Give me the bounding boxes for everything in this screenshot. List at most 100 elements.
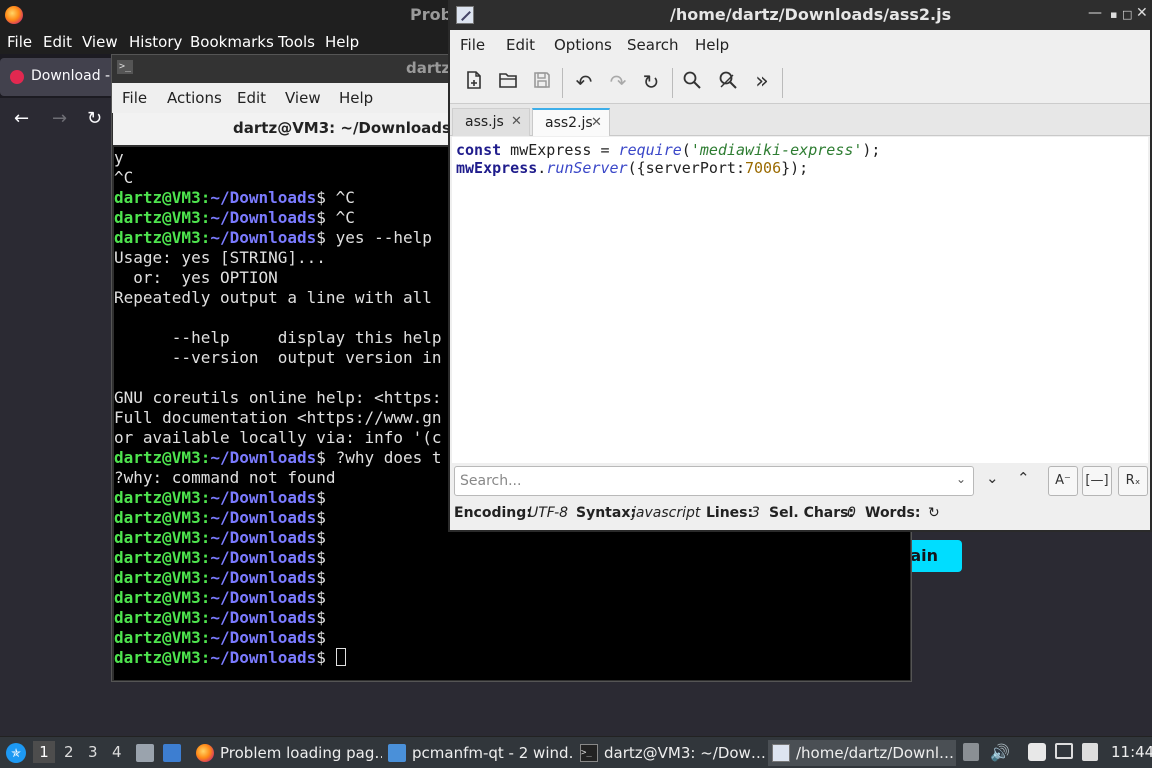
task-label: dartz@VM3: ~/Dow… — [604, 744, 766, 762]
notes-icon[interactable] — [1028, 743, 1046, 761]
terminal-tab[interactable]: dartz@VM3: ~/Downloads — [112, 113, 452, 145]
prompt-user: dartz@VM3: — [114, 588, 211, 607]
editor-menu-edit[interactable]: Edit — [506, 36, 535, 54]
reload-file-icon[interactable]: ↻ — [639, 70, 663, 94]
prompt-user: dartz@VM3: — [114, 228, 211, 247]
editor-menu-search[interactable]: Search — [627, 36, 679, 54]
terminal-icon: >_ — [580, 744, 598, 762]
search-bar: ⌄ ⌄ ⌃ A⁻ [—] Rₓ — [450, 464, 1150, 498]
task-firefox[interactable]: Problem loading pag… — [192, 740, 382, 766]
task-text-editor[interactable]: /home/dartz/Downl… — [768, 740, 956, 766]
text-editor-icon — [456, 6, 474, 24]
editor-menu-options[interactable]: Options — [554, 36, 612, 54]
regex-icon[interactable]: Rₓ — [1118, 466, 1148, 496]
start-menu-icon[interactable]: ✯ — [6, 743, 26, 763]
file-manager-launcher-icon[interactable] — [136, 744, 154, 762]
more-tools-icon[interactable]: » — [750, 70, 774, 94]
minimize-icon[interactable]: — — [1088, 5, 1102, 21]
maximize-icon[interactable]: □ — [1122, 8, 1132, 21]
find-next-icon[interactable]: ⌄ — [986, 469, 999, 487]
terminal-menu-actions[interactable]: Actions — [167, 89, 222, 107]
editor-menu-help[interactable]: Help — [695, 36, 729, 54]
prompt-command — [326, 648, 336, 667]
clipboard-icon[interactable] — [963, 743, 979, 761]
undo-icon[interactable]: ↶ — [572, 70, 596, 94]
prompt-symbol: $ — [316, 528, 326, 547]
close-icon[interactable]: ✕ — [1136, 5, 1148, 21]
lines-label: Lines: — [706, 505, 754, 521]
prompt-symbol: $ — [316, 608, 326, 627]
prompt-user: dartz@VM3: — [114, 208, 211, 227]
prompt-symbol: $ — [316, 188, 326, 207]
desktop-1[interactable]: 1 — [33, 741, 55, 763]
prompt-user: dartz@VM3: — [114, 528, 211, 547]
firefox-icon — [5, 6, 23, 24]
save-icon[interactable] — [530, 70, 554, 94]
prompt-command: ^C — [325, 208, 355, 227]
firefox-menu-bookmarks[interactable]: Bookmarks — [190, 33, 274, 51]
code-editor[interactable]: const mwExpress = require('mediawiki-exp… — [452, 137, 1148, 463]
code-line: mwExpress.runServer({serverPort:7006}); — [456, 159, 809, 177]
clock[interactable]: 11:44 — [1111, 743, 1152, 761]
new-file-icon[interactable] — [462, 70, 486, 94]
search-history-dropdown-icon[interactable]: ⌄ — [956, 472, 966, 486]
prompt-directory: ~/Downloads — [210, 188, 317, 207]
prompt-user: dartz@VM3: — [114, 188, 211, 207]
find-previous-icon[interactable]: ⌃ — [1017, 469, 1030, 487]
match-case-icon[interactable]: A⁻ — [1048, 466, 1078, 496]
taskbar: ✯ 1 2 3 4 Problem loading pag… pcmanfm-q… — [0, 736, 1152, 768]
notifications-icon[interactable] — [1082, 743, 1098, 761]
editor-titlebar: /home/dartz/Downloads/ass2.js — ▪ □ ✕ — [450, 0, 1150, 30]
prompt-user: dartz@VM3: — [114, 648, 211, 667]
terminal-menu-file[interactable]: File — [122, 89, 147, 107]
tab-ass-js[interactable]: ass.js ✕ — [452, 108, 530, 136]
firefox-menu-tools[interactable]: Tools — [278, 33, 315, 51]
text-editor-window: /home/dartz/Downloads/ass2.js — ▪ □ ✕ Fi… — [448, 0, 1152, 532]
desktop-2[interactable]: 2 — [64, 743, 74, 761]
network-icon[interactable] — [1055, 743, 1073, 759]
open-folder-icon[interactable] — [496, 70, 520, 94]
terminal-menu-help[interactable]: Help — [339, 89, 373, 107]
tab-label: ass.js — [465, 114, 504, 130]
terminal-line: dartz@VM3:~/Downloads$ — [114, 588, 910, 608]
close-tab-icon[interactable]: ✕ — [591, 110, 602, 136]
task-terminal[interactable]: >_ dartz@VM3: ~/Dow… — [576, 740, 766, 766]
prompt-symbol: $ — [316, 548, 326, 567]
prompt-directory: ~/Downloads — [210, 448, 317, 467]
firefox-menu-help[interactable]: Help — [325, 33, 359, 51]
terminal-line: dartz@VM3:~/Downloads$ — [114, 568, 910, 588]
volume-icon[interactable]: 🔊 — [990, 743, 1010, 762]
desktop-3[interactable]: 3 — [88, 743, 98, 761]
search-input[interactable] — [454, 466, 974, 496]
prompt-command: ?why does t — [325, 448, 442, 467]
terminal-line: dartz@VM3:~/Downloads$ — [114, 628, 910, 648]
refresh-word-count-icon[interactable]: ↻ — [928, 505, 940, 521]
sel-chars-label: Sel. Chars: — [769, 505, 855, 521]
task-file-manager[interactable]: pcmanfm-qt - 2 wind… — [384, 740, 574, 766]
firefox-menu-edit[interactable]: Edit — [43, 33, 72, 51]
editor-menu-file[interactable]: File — [460, 36, 485, 54]
reload-icon[interactable]: ↻ — [87, 108, 102, 129]
prompt-symbol: $ — [316, 508, 326, 527]
forward-icon[interactable]: → — [52, 108, 67, 129]
shade-icon[interactable]: ▪ — [1110, 8, 1117, 21]
prompt-directory: ~/Downloads — [210, 628, 317, 647]
status-bar: Encoding: UTF-8 Syntax: javascript Lines… — [450, 502, 1150, 528]
back-icon[interactable]: ← — [14, 108, 29, 129]
firefox-menu-history[interactable]: History — [129, 33, 182, 51]
firefox-menubar: File Edit View History Bookmarks Tools H… — [0, 30, 460, 54]
find-icon[interactable] — [680, 70, 704, 94]
show-desktop-icon[interactable] — [163, 744, 181, 762]
firefox-menu-file[interactable]: File — [7, 33, 32, 51]
prompt-symbol: $ — [316, 488, 326, 507]
whole-word-icon[interactable]: [—] — [1082, 466, 1112, 496]
terminal-menu-edit[interactable]: Edit — [237, 89, 266, 107]
tab-ass2-js[interactable]: ass2.js ✕ — [532, 108, 610, 136]
find-replace-icon[interactable] — [716, 70, 740, 94]
close-tab-icon[interactable]: ✕ — [511, 109, 522, 135]
firefox-menu-view[interactable]: View — [82, 33, 118, 51]
redo-icon[interactable]: ↷ — [606, 70, 630, 94]
terminal-line: dartz@VM3:~/Downloads$ — [114, 648, 910, 668]
desktop-4[interactable]: 4 — [112, 743, 122, 761]
terminal-menu-view[interactable]: View — [285, 89, 321, 107]
